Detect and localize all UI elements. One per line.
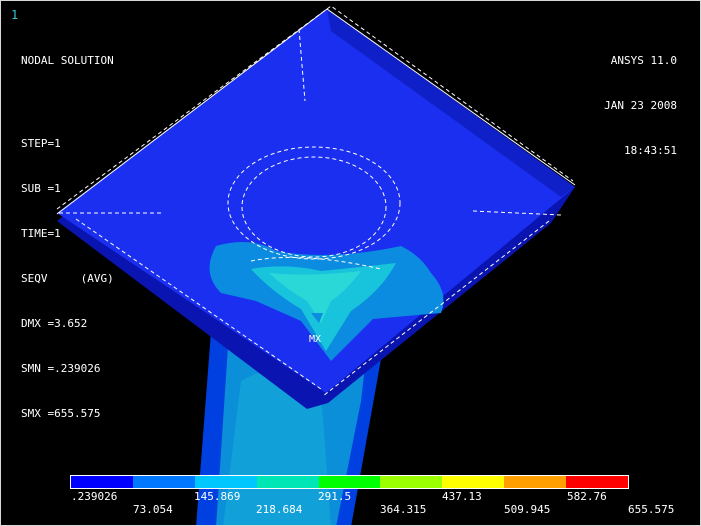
legend-swatch-7 (504, 476, 567, 488)
legend-label: 364.315 (380, 503, 427, 516)
info-smx: SMX =655.575 (21, 407, 101, 420)
legend-swatch-5 (380, 476, 443, 488)
product-name: ANSYS 11.0 (610, 54, 677, 67)
legend-label: 509.945 (504, 503, 551, 516)
brand-info: ANSYS 11.0 JAN 23 2008 18:43:51 (604, 23, 677, 188)
max-marker: MX (309, 334, 322, 345)
run-date: JAN 23 2008 (604, 99, 677, 112)
legend-swatch-1 (132, 476, 195, 488)
info-smn: SMN =.239026 (21, 362, 101, 375)
info-title: NODAL SOLUTION (21, 54, 114, 67)
info-time: TIME=1 (21, 227, 61, 240)
info-dmx: DMX =3.652 (21, 317, 88, 330)
legend-label: .239026 (71, 490, 118, 503)
legend-label: 655.575 (628, 503, 675, 516)
legend-swatch-6 (442, 476, 505, 488)
legend-swatch-0 (71, 476, 133, 488)
info-sub: SUB =1 (21, 182, 61, 195)
graphics-window[interactable]: 1 MX NODAL SOLUTION STEP=1 SUB =1 TIME=1… (0, 0, 701, 526)
legend-label: 218.684 (256, 503, 303, 516)
legend-swatch-4 (318, 476, 381, 488)
legend-label: 145.869 (194, 490, 241, 503)
legend-swatch-3 (256, 476, 319, 488)
info-result: SEQV (AVG) (21, 272, 114, 285)
info-step: STEP=1 (21, 137, 61, 150)
legend-label: 582.76 (567, 490, 607, 503)
run-time: 18:43:51 (624, 144, 677, 157)
legend-swatch-2 (194, 476, 257, 488)
legend-label: 73.054 (133, 503, 173, 516)
contour-legend-bar (70, 475, 629, 489)
legend-label: 291.5 (318, 490, 352, 503)
legend-label: 437.13 (442, 490, 482, 503)
legend-swatch-8 (566, 476, 629, 488)
solution-info: NODAL SOLUTION STEP=1 SUB =1 TIME=1 SEQV… (21, 23, 114, 451)
